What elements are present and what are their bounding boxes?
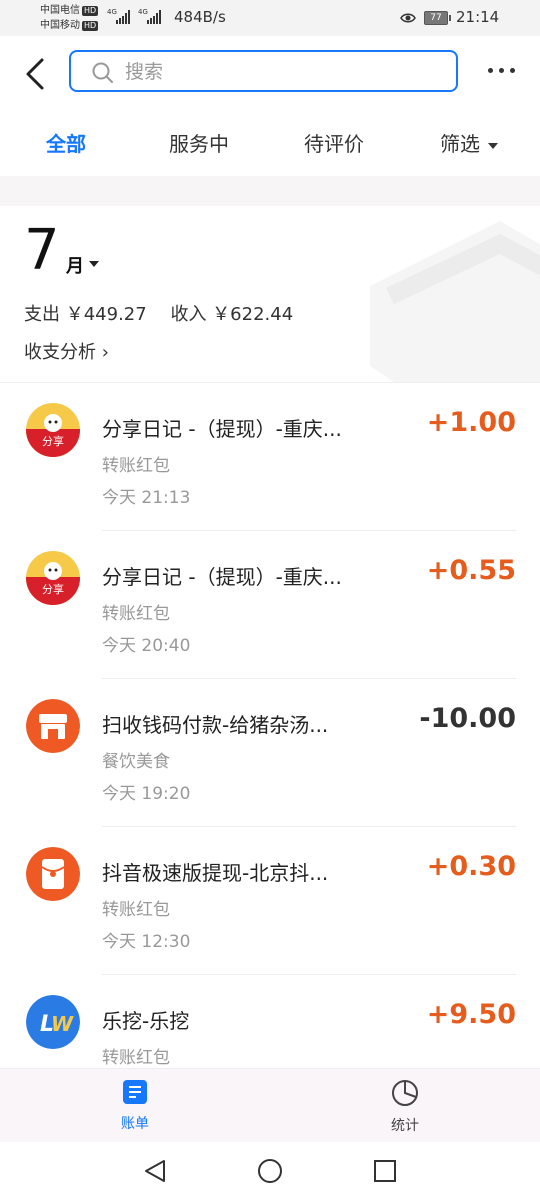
svg-text:分享: 分享 xyxy=(42,582,64,596)
share-diary-icon: 分享 xyxy=(26,551,80,605)
transaction-row[interactable]: 分享 分享日记 -（提现）-重庆... 转账红包 今天 20:40 +0.55 xyxy=(0,531,540,679)
month-caret-icon[interactable] xyxy=(89,261,99,267)
system-home-icon[interactable] xyxy=(257,1158,283,1184)
transaction-time: 今天 12:30 xyxy=(102,932,191,952)
month-number[interactable]: 7 xyxy=(24,216,60,286)
filter-tabs: 全部 服务中 待评价 筛选 xyxy=(0,112,540,176)
transaction-time: 今天 19:20 xyxy=(102,784,191,804)
signal-icon xyxy=(116,10,130,24)
bill-icon xyxy=(123,1080,147,1104)
expense-total: 支出 ￥449.27 xyxy=(24,304,147,325)
caret-down-icon xyxy=(488,142,498,149)
transaction-time: 今天 20:40 xyxy=(102,636,191,656)
section-spacer xyxy=(0,176,540,206)
network-speed: 484B/s xyxy=(174,8,226,26)
search-input[interactable] xyxy=(123,58,447,86)
svg-text:W: W xyxy=(51,1012,74,1036)
clock: 21:14 xyxy=(456,8,500,26)
transaction-category: 转账红包 xyxy=(102,900,170,920)
carrier-1: 中国电信 xyxy=(40,5,80,16)
transaction-category: 转账红包 xyxy=(102,604,170,624)
back-arrow-icon[interactable] xyxy=(22,54,52,94)
more-menu-icon[interactable] xyxy=(488,68,520,78)
red-envelope-icon xyxy=(26,847,80,901)
nav-bills-label: 账单 xyxy=(121,1116,149,1132)
analysis-link[interactable]: 收支分析 › xyxy=(24,338,109,364)
hd-badge: HD xyxy=(82,21,99,31)
transaction-title: 乐挖-乐挖 xyxy=(102,1009,190,1033)
transaction-row[interactable]: 抖音极速版提现-北京抖... 转账红包 今天 12:30 +0.30 xyxy=(0,827,540,975)
eye-icon xyxy=(400,13,416,23)
signal-icon xyxy=(147,10,161,24)
transaction-row[interactable]: 分享 分享日记 -（提现）-重庆... 转账红包 今天 21:13 +1.00 xyxy=(0,383,540,531)
search-box[interactable] xyxy=(69,50,458,92)
tab-in-service[interactable]: 服务中 xyxy=(169,128,229,157)
transaction-title: 分享日记 -（提现）-重庆... xyxy=(102,565,342,589)
carrier-2: 中国移动 xyxy=(40,20,80,31)
transaction-row[interactable]: LW 乐挖-乐挖 转账红包 +9.50 xyxy=(0,975,540,1068)
tab-pending-review[interactable]: 待评价 xyxy=(304,128,364,157)
pie-chart-icon xyxy=(392,1080,418,1106)
month-stats: 支出 ￥449.27 收入 ￥622.44 xyxy=(24,300,311,326)
header xyxy=(0,36,540,112)
system-nav-bar xyxy=(0,1142,540,1200)
nav-stats[interactable]: 统计 xyxy=(375,1079,435,1135)
shop-icon xyxy=(26,699,80,753)
transaction-title: 抖音极速版提现-北京抖... xyxy=(102,861,329,885)
transaction-amount: +1.00 xyxy=(426,407,516,438)
transaction-amount: -10.00 xyxy=(419,703,516,734)
bottom-nav: 账单 统计 xyxy=(0,1068,540,1143)
month-summary: 7 月 支出 ￥449.27 收入 ￥622.44 收支分析 › xyxy=(0,206,540,382)
transaction-amount: +0.55 xyxy=(426,555,516,586)
tab-all[interactable]: 全部 xyxy=(46,128,86,157)
transaction-category: 转账红包 xyxy=(102,456,170,476)
svg-text:分享: 分享 xyxy=(42,434,64,448)
transaction-amount: +0.30 xyxy=(426,851,516,882)
transaction-title: 分享日记 -（提现）-重庆... xyxy=(102,417,342,441)
decorative-background-icon xyxy=(370,221,540,382)
nav-bills[interactable]: 账单 xyxy=(105,1079,165,1133)
share-diary-icon: 分享 xyxy=(26,403,80,457)
transaction-title: 扫收钱码付款-给猪杂汤... xyxy=(102,713,329,737)
transaction-list: 分享 分享日记 -（提现）-重庆... 转账红包 今天 21:13 +1.00 … xyxy=(0,383,540,1068)
search-icon xyxy=(92,62,113,83)
month-unit[interactable]: 月 xyxy=(66,252,84,278)
hd-badge: HD xyxy=(82,6,99,16)
carrier-info: 中国电信 HD 中国移动 HD xyxy=(40,3,99,33)
system-recents-icon[interactable] xyxy=(372,1158,398,1184)
nav-stats-label: 统计 xyxy=(391,1118,419,1134)
transaction-time: 今天 21:13 xyxy=(102,488,191,508)
filter-label: 筛选 xyxy=(440,132,480,156)
status-bar: 中国电信 HD 中国移动 HD 4G 4G 484B/s 77 21:14 xyxy=(0,0,540,36)
transaction-row[interactable]: 扫收钱码付款-给猪杂汤... 餐饮美食 今天 19:20 -10.00 xyxy=(0,679,540,827)
transaction-category: 转账红包 xyxy=(102,1048,170,1068)
battery-icon: 77 xyxy=(424,11,451,25)
income-total: 收入 ￥622.44 xyxy=(170,304,294,325)
tab-filter[interactable]: 筛选 xyxy=(440,128,498,157)
transaction-amount: +9.50 xyxy=(426,999,516,1030)
lewa-logo-icon: LW xyxy=(26,995,80,1049)
transaction-category: 餐饮美食 xyxy=(102,752,170,772)
system-back-icon[interactable] xyxy=(142,1158,168,1184)
